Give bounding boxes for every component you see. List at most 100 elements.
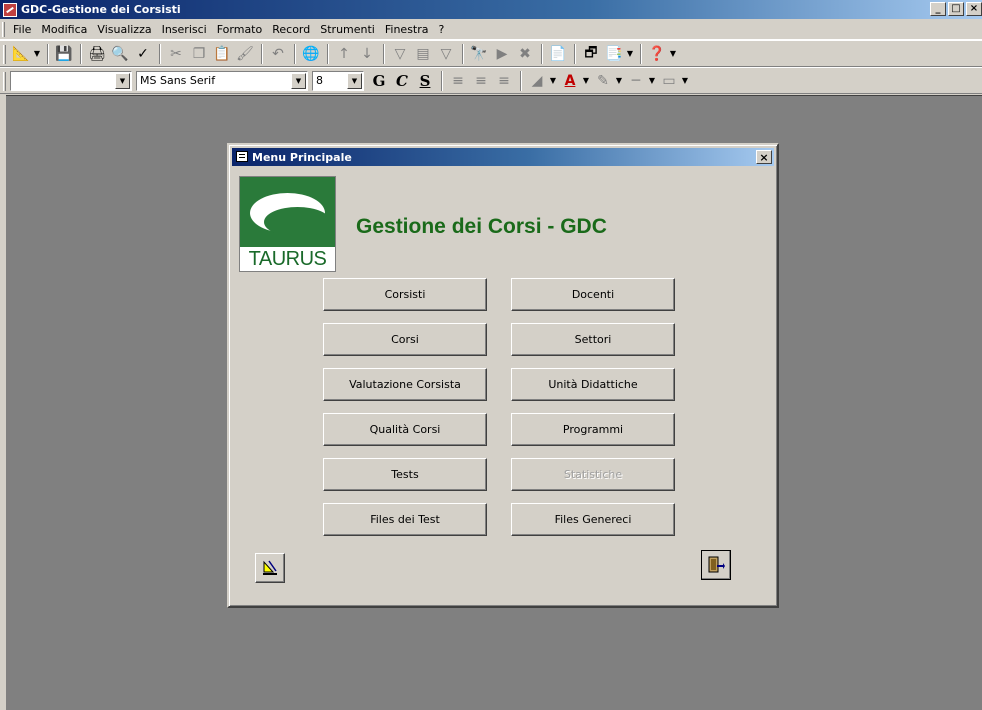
toolbar-separator: [327, 43, 329, 64]
exit-button[interactable]: [701, 550, 731, 580]
underline-button[interactable]: S: [414, 70, 436, 92]
window-titlebar: GDC-Gestione dei Corsisti _ □ ×: [0, 0, 982, 19]
formatting-toolbar: ▼ MS Sans Serif ▼ 8 ▼ G C S ≡ ≡ ≡ ◢ ▼ A …: [0, 67, 982, 94]
filter-by-selection-icon[interactable]: ▽: [389, 43, 411, 65]
taurus-logo: TAURUS: [239, 176, 336, 272]
menubar-grip[interactable]: [2, 22, 5, 37]
cut-icon[interactable]: ✂: [165, 43, 187, 65]
apply-filter-icon[interactable]: ▽: [435, 43, 457, 65]
toolbar-grip[interactable]: [3, 72, 6, 91]
settori-button[interactable]: Settori: [511, 323, 675, 356]
view-design-icon[interactable]: 📐: [10, 43, 32, 65]
fill-color-icon[interactable]: ◢: [526, 70, 548, 92]
chevron-down-icon[interactable]: ▼: [347, 72, 362, 89]
chevron-down-icon[interactable]: ▼: [291, 72, 306, 89]
chevron-down-icon[interactable]: ▼: [115, 72, 130, 89]
special-effect-dropdown-icon[interactable]: ▼: [681, 76, 689, 85]
align-center-icon[interactable]: ≡: [470, 70, 492, 92]
form-toolbar: 📐 ▼ 💾 🖨 🔍 ✓ ✂ ❐ 📋 🖌 ↶ 🌐 ↑ ↓ ▽ ▤ ▽ 🔭 ▶ ✖ …: [0, 40, 982, 67]
close-window-button[interactable]: ×: [966, 2, 982, 16]
menu-principale-form: Menu Principale × TAURUS Gestione dei Co…: [227, 143, 779, 608]
print-icon[interactable]: 🖨: [86, 43, 108, 65]
menu-inserisci[interactable]: Inserisci: [157, 23, 212, 36]
delete-record-icon[interactable]: ✖: [514, 43, 536, 65]
align-left-icon[interactable]: ≡: [447, 70, 469, 92]
line-color-dropdown-icon[interactable]: ▼: [615, 76, 623, 85]
access-app-icon[interactable]: [3, 2, 17, 17]
form-icon[interactable]: [236, 151, 248, 162]
close-form-button[interactable]: ×: [756, 150, 772, 164]
font-name-combo[interactable]: MS Sans Serif ▼: [136, 70, 308, 91]
object-combo[interactable]: ▼: [10, 70, 132, 91]
format-painter-icon[interactable]: 🖌: [234, 43, 256, 65]
toolbar-separator: [541, 43, 543, 64]
design-view-button[interactable]: [255, 553, 285, 583]
database-window-icon[interactable]: 🗗: [580, 43, 602, 65]
corsisti-button[interactable]: Corsisti: [323, 278, 487, 311]
undo-icon[interactable]: ↶: [267, 43, 289, 65]
sort-ascending-icon[interactable]: ↑: [333, 43, 355, 65]
maximize-button[interactable]: □: [948, 2, 964, 16]
filter-by-form-icon[interactable]: ▤: [412, 43, 434, 65]
line-width-icon[interactable]: ─: [625, 70, 647, 92]
toolbar-separator: [47, 43, 49, 64]
save-icon[interactable]: 💾: [53, 43, 75, 65]
toolbar-separator: [574, 43, 576, 64]
copy-icon[interactable]: ❐: [188, 43, 210, 65]
valutazione-corsista-button[interactable]: Valutazione Corsista: [323, 368, 487, 401]
bold-button[interactable]: G: [368, 70, 390, 92]
sort-descending-icon[interactable]: ↓: [356, 43, 378, 65]
corsi-button[interactable]: Corsi: [323, 323, 487, 356]
window-controls: _ □ ×: [930, 2, 982, 16]
menu-modifica[interactable]: Modifica: [36, 23, 92, 36]
font-size-combo[interactable]: 8 ▼: [312, 70, 364, 91]
find-icon[interactable]: 🔭: [468, 43, 490, 65]
font-color-dropdown-icon[interactable]: ▼: [582, 76, 590, 85]
hyperlink-icon[interactable]: 🌐: [300, 43, 322, 65]
docenti-button[interactable]: Docenti: [511, 278, 675, 311]
toolbar-separator: [640, 43, 642, 64]
toolbar-separator: [294, 43, 296, 64]
files-genereci-button[interactable]: Files Genereci: [511, 503, 675, 536]
unita-didattiche-button[interactable]: Unità Didattiche: [511, 368, 675, 401]
menu-file[interactable]: File: [8, 23, 36, 36]
font-color-icon[interactable]: A: [559, 70, 581, 92]
form-title: Menu Principale: [252, 150, 352, 164]
form-headline: Gestione dei Corsi - GDC: [356, 215, 607, 238]
toolbar-separator: [441, 70, 443, 91]
paste-icon[interactable]: 📋: [211, 43, 233, 65]
new-object-dropdown-icon[interactable]: ▼: [626, 49, 634, 58]
spelling-icon[interactable]: ✓: [132, 43, 154, 65]
view-dropdown-icon[interactable]: ▼: [33, 49, 41, 58]
minimize-button[interactable]: _: [930, 2, 946, 16]
line-color-icon[interactable]: ✎: [592, 70, 614, 92]
fill-color-dropdown-icon[interactable]: ▼: [549, 76, 557, 85]
new-object-icon[interactable]: 📑: [603, 43, 625, 65]
toolbar-grip[interactable]: [3, 45, 6, 64]
toolbar-options-icon[interactable]: ▼: [669, 49, 677, 58]
italic-button[interactable]: C: [391, 70, 413, 92]
statistiche-button: Statistiche: [511, 458, 675, 491]
help-icon[interactable]: ❓: [646, 43, 668, 65]
qualita-corsi-button[interactable]: Qualità Corsi: [323, 413, 487, 446]
programmi-button[interactable]: Programmi: [511, 413, 675, 446]
font-name-value: MS Sans Serif: [140, 74, 216, 87]
menu-record[interactable]: Record: [267, 23, 315, 36]
menu-visualizza[interactable]: Visualizza: [92, 23, 156, 36]
files-dei-test-button[interactable]: Files dei Test: [323, 503, 487, 536]
menu-formato[interactable]: Formato: [212, 23, 268, 36]
toolbar-separator: [159, 43, 161, 64]
menu-finestra[interactable]: Finestra: [380, 23, 434, 36]
print-preview-icon[interactable]: 🔍: [109, 43, 131, 65]
special-effect-icon[interactable]: ▭: [658, 70, 680, 92]
align-right-icon[interactable]: ≡: [493, 70, 515, 92]
menu-help[interactable]: ?: [434, 23, 450, 36]
new-record-icon[interactable]: ▶: [491, 43, 513, 65]
tests-button[interactable]: Tests: [323, 458, 487, 491]
logo-ring: [250, 193, 331, 237]
properties-icon[interactable]: 📄: [547, 43, 569, 65]
font-size-value: 8: [316, 74, 323, 87]
line-width-dropdown-icon[interactable]: ▼: [648, 76, 656, 85]
exit-door-icon: [708, 556, 725, 573]
menu-strumenti[interactable]: Strumenti: [315, 23, 380, 36]
